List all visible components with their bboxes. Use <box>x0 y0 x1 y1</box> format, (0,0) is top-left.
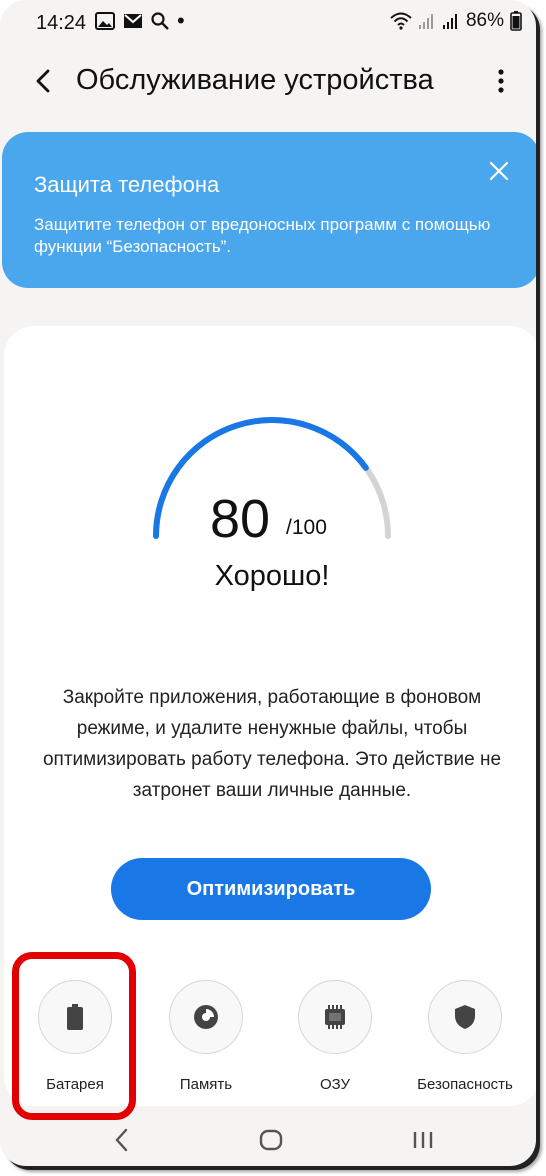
signal-icon <box>418 14 433 29</box>
tool-storage-circle[interactable] <box>169 980 243 1054</box>
battery-percent: 86% <box>465 10 504 31</box>
memory-chip-icon <box>325 1005 345 1029</box>
tool-security-label: Безопасность <box>417 1076 513 1093</box>
score-status: Хорошо! <box>214 560 330 592</box>
more-notifications-icon: • <box>177 8 185 33</box>
navigation-bar <box>0 1112 536 1166</box>
search-icon <box>151 12 169 30</box>
tool-ram[interactable]: ОЗУ <box>270 980 400 1093</box>
mail-icon <box>124 14 142 28</box>
optimization-description: Закройте приложения, работающие в фоново… <box>42 687 502 801</box>
wifi-icon <box>390 12 412 30</box>
storage-pie-icon <box>194 1005 218 1029</box>
status-time: 14:24 <box>36 12 87 34</box>
more-options-icon[interactable] <box>496 68 506 94</box>
banner-text: Защитите телефон от вредоносных программ… <box>34 215 491 256</box>
score-value: 80 <box>210 489 271 549</box>
tool-ram-circle[interactable] <box>298 980 372 1054</box>
tool-security-circle[interactable] <box>428 980 502 1054</box>
score-max: /100 <box>286 516 327 539</box>
signal-icon-2 <box>442 14 457 29</box>
tool-ram-label: ОЗУ <box>319 1076 351 1093</box>
shield-icon <box>455 1005 475 1029</box>
banner-title: Защита телефона <box>34 172 220 197</box>
optimize-button[interactable]: Оптимизировать <box>111 858 431 920</box>
security-suggestion-banner[interactable]: Защита телефона Защитите телефон от вред… <box>2 132 536 288</box>
page-title: Обслуживание устройства <box>76 64 434 96</box>
close-icon[interactable] <box>488 160 510 182</box>
notification-icons: • <box>95 8 185 33</box>
tool-security[interactable]: Безопасность <box>400 980 530 1093</box>
battery-status-icon <box>510 11 522 31</box>
status-right: 86% <box>390 10 522 32</box>
tool-storage[interactable]: Память <box>141 980 271 1093</box>
back-arrow-icon[interactable] <box>30 66 60 96</box>
gallery-icon <box>95 12 115 30</box>
nav-home-icon[interactable] <box>258 1126 284 1154</box>
highlight-annotation <box>12 952 136 1120</box>
gauge-track <box>153 417 391 539</box>
app-bar: Обслуживание устройства <box>0 54 536 110</box>
nav-recents-icon[interactable] <box>412 1126 434 1154</box>
tool-storage-label: Память <box>179 1076 233 1093</box>
status-bar: 14:24 • 86% <box>0 0 536 46</box>
nav-back-icon[interactable] <box>112 1126 132 1154</box>
